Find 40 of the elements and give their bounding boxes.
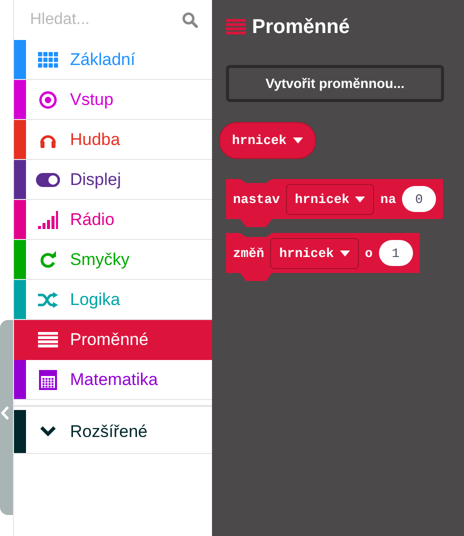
category-item[interactable]: Rádio [14, 200, 212, 240]
collapse-handle[interactable] [0, 320, 13, 515]
calculator-icon [39, 370, 57, 390]
target-icon [39, 90, 57, 108]
lines-icon [226, 19, 246, 35]
category-item[interactable]: Displej [14, 160, 212, 200]
statement-block[interactable]: změň hrnicek o 1 [226, 233, 420, 281]
grid-icon [38, 52, 58, 68]
category-item[interactable]: Hudba [14, 120, 212, 160]
lines-icon [38, 332, 58, 348]
category-item[interactable]: Proměnné [14, 320, 212, 360]
category-item[interactable]: Smyčky [14, 240, 212, 280]
dropdown-caret-icon [355, 196, 366, 202]
block-keyword: změň [233, 246, 264, 260]
category-item[interactable]: Základní [14, 40, 212, 80]
signal-icon [38, 210, 58, 228]
variable-dropdown[interactable]: hrnicek [270, 238, 359, 268]
category-item[interactable]: Vstup [14, 80, 212, 120]
category-item[interactable]: Rozšířené [14, 410, 212, 454]
chevron-down-icon [40, 426, 56, 437]
flyout-title: Proměnné [252, 16, 350, 38]
shuffle-icon [38, 292, 58, 308]
number-input[interactable]: 0 [402, 186, 436, 212]
dropdown-caret-icon [292, 137, 303, 144]
search-icon [182, 12, 198, 28]
block-keyword: o [364, 246, 373, 260]
toggle-icon [36, 172, 60, 186]
number-input[interactable]: 1 [378, 240, 413, 266]
block-keyword: na [380, 192, 396, 206]
variable-dropdown[interactable]: hrnicek [286, 184, 374, 214]
loop-arrow-icon [39, 250, 57, 268]
dropdown-caret-icon [340, 250, 350, 256]
category-item[interactable]: Logika [14, 280, 212, 320]
chevron-left-icon [1, 406, 9, 420]
create-variable-button[interactable]: Vytvořit proměnnou... [226, 65, 444, 102]
category-item[interactable]: Matematika [14, 360, 212, 400]
block-keyword: nastav [233, 192, 280, 206]
variable-block[interactable]: hrnicek [219, 122, 316, 159]
search-field[interactable]: Hledat... [30, 11, 182, 29]
statement-block[interactable]: nastav hrnicek na 0 [226, 179, 444, 227]
